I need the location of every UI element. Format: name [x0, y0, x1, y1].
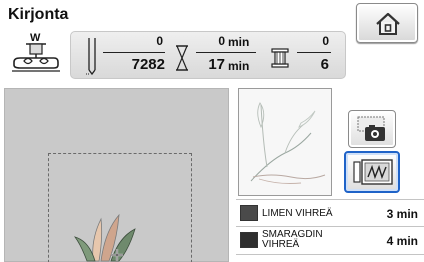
stitch-count-total: 7282 — [131, 56, 165, 73]
spool-icon — [271, 48, 289, 68]
scan-button[interactable] — [348, 110, 396, 148]
design-preview — [238, 88, 332, 196]
thread-change-current: 0 — [322, 34, 329, 48]
color-list-item[interactable]: LIMEN VIHREÄ 3 min — [236, 201, 424, 226]
design-preview-image — [250, 102, 326, 184]
thread-change-total: 6 — [320, 56, 329, 73]
embroidery-edit-area[interactable] — [4, 88, 229, 262]
presser-foot-indicator: W — [8, 32, 64, 76]
color-list-top-border — [236, 199, 424, 200]
color-list-divider — [236, 226, 424, 227]
color-list-divider — [236, 254, 424, 255]
time-current: 0 — [218, 34, 225, 48]
time-unit-bottom: min — [228, 59, 250, 73]
camera-icon — [357, 116, 385, 141]
home-button[interactable] — [356, 3, 418, 43]
stitch-view-button[interactable] — [344, 151, 400, 193]
stitch-preview-icon — [353, 159, 393, 185]
stitch-count-divider — [103, 52, 165, 53]
thread-color-name: LIMEN VIHREÄ — [262, 208, 333, 219]
hourglass-icon — [176, 45, 188, 71]
time-total: 17 — [208, 56, 225, 73]
color-list-item[interactable]: SMARAGDIN VIHREÄ 4 min — [236, 228, 424, 253]
embroidery-design — [73, 213, 136, 262]
presser-foot-icon — [12, 43, 60, 72]
thread-color-name: SMARAGDIN VIHREÄ — [262, 229, 323, 250]
thread-change-divider — [297, 52, 331, 53]
thread-color-swatch — [240, 205, 258, 221]
home-icon — [376, 12, 400, 35]
screen-title: Kirjonta — [8, 6, 69, 23]
thread-color-swatch — [240, 232, 258, 248]
stitch-status-panel: 0 7282 0 min 17 min 0 6 — [70, 31, 346, 79]
time-unit-top: min — [228, 35, 250, 49]
thread-color-time: 3 min — [386, 207, 418, 221]
stitch-count-current: 0 — [156, 34, 163, 48]
time-divider — [196, 52, 256, 53]
thread-color-time: 4 min — [386, 234, 418, 248]
needle-icon — [86, 38, 96, 76]
